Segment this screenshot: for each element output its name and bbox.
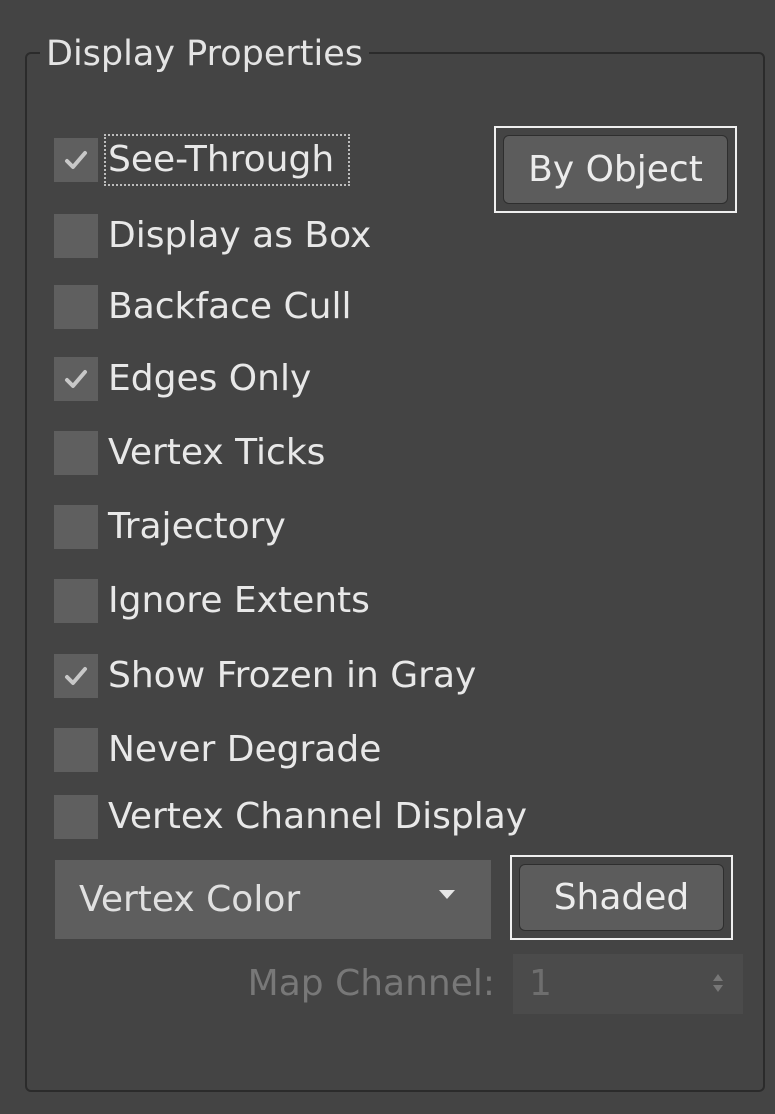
shaded-button[interactable]: Shaded — [519, 864, 724, 931]
chevron-down-icon — [439, 890, 455, 899]
map-channel-value: 1 — [529, 963, 552, 1004]
checkbox-label: Show Frozen in Gray — [108, 655, 477, 696]
checkbox-edges-only[interactable]: Edges Only — [54, 356, 311, 402]
checkbox-box[interactable] — [54, 505, 98, 549]
dropdown-value: Vertex Color — [79, 879, 301, 920]
check-mark-icon — [65, 151, 87, 169]
checkbox-box[interactable] — [54, 431, 98, 475]
checkbox-label: Backface Cull — [108, 286, 352, 327]
checkbox-label: Ignore Extents — [108, 580, 370, 621]
checkbox-display-as-box[interactable]: Display as Box — [54, 213, 371, 259]
spinner-down-arrow-icon[interactable] — [713, 985, 723, 992]
check-mark-icon — [65, 370, 87, 388]
checkbox-vertex-channel-display[interactable]: Vertex Channel Display — [54, 794, 527, 840]
group-title: Display Properties — [40, 33, 370, 75]
checkbox-label: Display as Box — [108, 215, 372, 256]
checkbox-label: Never Degrade — [108, 729, 382, 770]
shaded-button-frame: Shaded — [510, 855, 733, 940]
checkbox-label: See-Through — [103, 134, 351, 186]
spinner-up-arrow-icon[interactable] — [713, 974, 723, 981]
checkbox-box[interactable] — [54, 654, 98, 698]
vertex-color-dropdown[interactable]: Vertex Color — [55, 860, 491, 939]
checkbox-box[interactable] — [54, 357, 98, 401]
by-object-button-frame: By Object — [494, 126, 737, 213]
checkbox-trajectory[interactable]: Trajectory — [54, 504, 286, 550]
checkbox-show-frozen-in-gray[interactable]: Show Frozen in Gray — [54, 653, 476, 699]
checkbox-box[interactable] — [54, 138, 98, 182]
checkbox-box[interactable] — [54, 795, 98, 839]
checkbox-label: Vertex Channel Display — [108, 796, 528, 837]
checkbox-backface-cull[interactable]: Backface Cull — [54, 284, 351, 330]
checkbox-see-through[interactable]: See-Through — [54, 134, 351, 186]
checkbox-never-degrade[interactable]: Never Degrade — [54, 727, 381, 773]
by-object-button[interactable]: By Object — [503, 135, 728, 204]
map-channel-label: Map Channel: — [247, 963, 495, 1004]
checkbox-ignore-extents[interactable]: Ignore Extents — [54, 578, 370, 624]
checkbox-box[interactable] — [54, 579, 98, 623]
checkbox-box[interactable] — [54, 285, 98, 329]
checkbox-label: Vertex Ticks — [108, 432, 326, 473]
checkbox-label: Trajectory — [108, 506, 286, 547]
map-channel-spinner[interactable]: 1 — [513, 954, 743, 1014]
checkbox-vertex-ticks[interactable]: Vertex Ticks — [54, 430, 325, 476]
checkbox-box[interactable] — [54, 728, 98, 772]
check-mark-icon — [65, 667, 87, 685]
checkbox-label: Edges Only — [108, 358, 312, 399]
checkbox-box[interactable] — [54, 214, 98, 258]
